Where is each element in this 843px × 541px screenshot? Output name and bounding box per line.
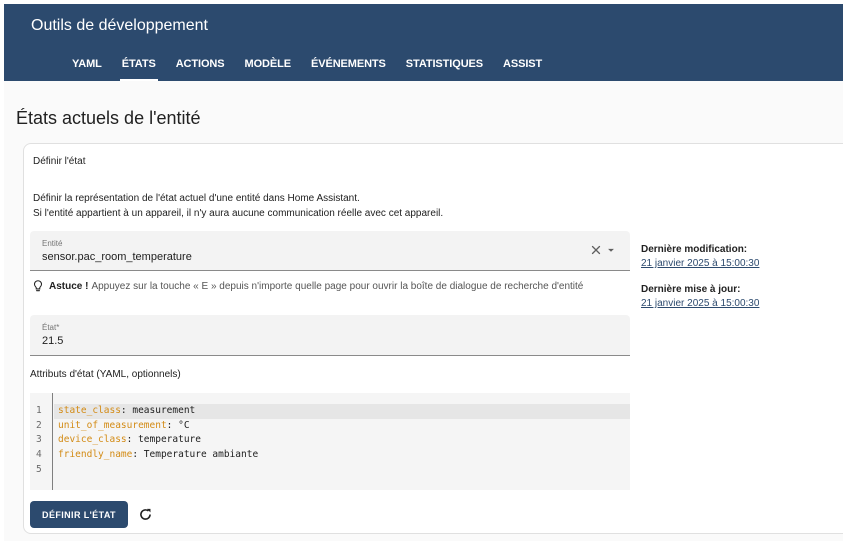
set-state-card: Définir l'état Définir la représentation… [23, 143, 843, 534]
last-changed: Dernière modification: 21 janvier 2025 à… [641, 244, 759, 269]
tip-text: Appuyez sur la touche « E » depuis n'imp… [91, 280, 584, 292]
tab-statistics[interactable]: STATISTIQUES [396, 48, 493, 81]
page-title: Outils de développement [31, 17, 208, 34]
line-number: 2 [36, 420, 42, 431]
card-title: Définir l'état [33, 156, 86, 167]
yaml-key: device_class [58, 434, 127, 445]
tab-template[interactable]: MODÈLE [235, 48, 301, 81]
line-number: 4 [36, 449, 42, 460]
yaml-value: : °C [166, 420, 190, 431]
tab-bar: YAML ÉTATS ACTIONS MODÈLE ÉVÉNEMENTS STA… [62, 48, 552, 81]
line-number: 3 [36, 434, 42, 445]
tip-title: Astuce ! [49, 280, 89, 292]
entity-picker[interactable]: Entité sensor.pac_room_temperature [30, 231, 630, 271]
description-line-1: Définir la représentation de l'état actu… [33, 193, 360, 204]
entity-field-value: sensor.pac_room_temperature [42, 251, 192, 263]
yaml-value: : measurement [120, 405, 196, 416]
yaml-value: : temperature [126, 434, 201, 445]
state-field-label: État* [42, 323, 60, 332]
code-line: state_class: measurement [54, 404, 630, 419]
lightbulb-icon [33, 280, 43, 292]
tab-events[interactable]: ÉVÉNEMENTS [301, 48, 396, 81]
line-number: 5 [36, 464, 42, 475]
yaml-key: unit_of_measurement [58, 420, 167, 431]
last-updated-value[interactable]: 21 janvier 2025 à 15:00:30 [641, 298, 759, 309]
last-updated-label: Dernière mise à jour: [641, 284, 741, 295]
tab-actions[interactable]: ACTIONS [166, 48, 235, 81]
app-header: Outils de développement YAML ÉTATS ACTIO… [4, 4, 843, 81]
main-content: États actuels de l'entité Définir l'état… [4, 81, 843, 541]
tab-states[interactable]: ÉTATS [112, 48, 166, 81]
entity-field-label: Entité [42, 239, 63, 248]
state-input[interactable]: État* 21.5 [30, 315, 630, 356]
yaml-key: state_class [58, 405, 121, 416]
card-description: Définir la représentation de l'état actu… [33, 191, 443, 221]
tab-yaml[interactable]: YAML [62, 48, 112, 81]
last-changed-label: Dernière modification: [641, 244, 748, 255]
code-line: device_class: temperature [58, 434, 201, 445]
yaml-value: : Temperature ambiante [132, 449, 259, 460]
refresh-icon[interactable] [137, 506, 154, 523]
close-icon[interactable] [589, 243, 603, 257]
section-heading: États actuels de l'entité [16, 108, 201, 128]
state-field-value: 21.5 [42, 335, 64, 347]
description-line-2: Si l'entité appartient à un appareil, il… [33, 208, 444, 219]
code-line: friendly_name: Temperature ambiante [58, 449, 258, 460]
last-changed-value[interactable]: 21 janvier 2025 à 15:00:30 [641, 258, 759, 269]
code-line: unit_of_measurement: °C [58, 420, 190, 431]
tip-row: Astuce ! Appuyez sur la touche « E » dep… [31, 279, 583, 293]
yaml-key: friendly_name [58, 449, 133, 460]
set-state-button[interactable]: DÉFINIR L'ÉTAT [30, 501, 128, 528]
chevron-down-icon[interactable] [604, 243, 618, 257]
yaml-editor[interactable]: 1 2 3 4 5 state_class: measurement unit_… [30, 393, 630, 490]
last-updated: Dernière mise à jour: 21 janvier 2025 à … [641, 284, 759, 309]
attributes-label: Attributs d'état (YAML, optionnels) [30, 369, 181, 380]
line-number: 1 [36, 405, 42, 416]
tab-assist[interactable]: ASSIST [493, 48, 552, 81]
